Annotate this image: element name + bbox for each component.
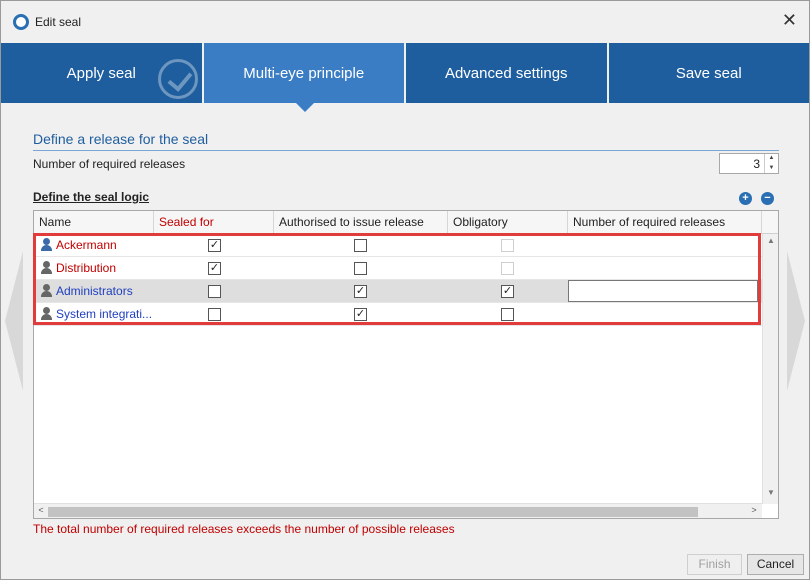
column-header-name[interactable]: Name: [34, 211, 154, 234]
next-step-arrow-icon[interactable]: [787, 251, 805, 391]
tab-advanced-settings[interactable]: Advanced settings: [406, 43, 609, 103]
vertical-scrollbar[interactable]: ▲ ▼: [762, 234, 778, 504]
window-title: Edit seal: [35, 15, 82, 29]
row-name: Ackermann: [56, 238, 117, 252]
error-message: The total number of required releases ex…: [33, 522, 455, 536]
tab-label: Advanced settings: [444, 64, 568, 82]
cancel-button[interactable]: Cancel: [747, 554, 804, 575]
column-header-obligatory[interactable]: Obligatory: [448, 211, 568, 234]
stepper-down-icon[interactable]: ▼: [765, 164, 778, 174]
column-header-sealed-for[interactable]: Sealed for: [154, 211, 274, 234]
checkmark-icon: [157, 59, 198, 99]
row-name: System integrati...: [56, 307, 153, 321]
tab-label: Multi-eye principle: [243, 64, 365, 82]
required-releases-label: Number of required releases: [33, 157, 186, 171]
finish-button[interactable]: Finish: [687, 554, 742, 575]
seal-app-icon: [13, 14, 29, 30]
group-icon: [40, 307, 52, 321]
obligatory-checkbox: [501, 239, 514, 252]
table-row[interactable]: System integrati... ✓: [34, 303, 762, 326]
required-releases-stepper[interactable]: 3 ▲ ▼: [719, 153, 779, 174]
obligatory-checkbox[interactable]: ✓: [501, 285, 514, 298]
sealed-for-checkbox[interactable]: [208, 308, 221, 321]
sealed-for-checkbox[interactable]: [208, 285, 221, 298]
wizard-tabs: Apply seal Multi-eye principle Advanced …: [1, 43, 809, 103]
scroll-down-icon[interactable]: ▼: [763, 488, 778, 502]
sealed-for-checkbox[interactable]: ✓: [208, 262, 221, 275]
stepper-up-icon[interactable]: ▲: [765, 154, 778, 164]
group-icon: [40, 261, 52, 275]
scroll-thumb[interactable]: [48, 507, 698, 517]
tab-label: Apply seal: [66, 64, 136, 82]
active-tab-pointer: [296, 103, 314, 112]
tab-multi-eye-principle[interactable]: Multi-eye principle: [203, 43, 406, 103]
sealed-for-checkbox[interactable]: ✓: [208, 239, 221, 252]
required-releases-value[interactable]: 3: [720, 157, 764, 171]
scroll-up-icon[interactable]: ▲: [763, 236, 778, 250]
tab-label: Save seal: [675, 64, 742, 82]
seal-logic-grid: Name Sealed for Authorised to issue rele…: [33, 210, 779, 519]
obligatory-checkbox: [501, 262, 514, 275]
column-header-authorised[interactable]: Authorised to issue release: [274, 211, 448, 234]
row-name-cell: System integrati...: [38, 303, 154, 325]
tab-apply-seal[interactable]: Apply seal: [1, 43, 204, 103]
seal-logic-label: Define the seal logic: [33, 190, 150, 204]
scroll-left-icon[interactable]: <: [35, 505, 47, 518]
section-divider: [33, 150, 779, 151]
group-icon: [40, 284, 52, 298]
scroll-right-icon[interactable]: >: [748, 505, 760, 518]
row-name: Administrators: [56, 284, 133, 298]
title-bar: Edit seal ✕: [1, 1, 809, 43]
grid-header: Name Sealed for Authorised to issue rele…: [34, 211, 778, 234]
authorised-checkbox[interactable]: ✓: [354, 285, 367, 298]
column-header-required-releases[interactable]: Number of required releases: [568, 211, 762, 234]
row-name-cell: Ackermann: [38, 234, 154, 256]
tab-save-seal[interactable]: Save seal: [608, 43, 809, 103]
row-name-cell: Administrators: [38, 280, 154, 302]
row-name-cell: Distribution: [38, 257, 154, 279]
table-row[interactable]: Administrators ✓ ✓: [34, 280, 762, 303]
close-icon[interactable]: ✕: [782, 10, 797, 31]
previous-step-arrow-icon[interactable]: [5, 251, 23, 391]
table-row[interactable]: Ackermann ✓: [34, 234, 762, 257]
stepper-buttons: ▲ ▼: [764, 154, 778, 173]
table-row[interactable]: Distribution ✓: [34, 257, 762, 280]
edit-seal-dialog: Edit seal ✕ Apply seal Multi-eye princip…: [0, 0, 810, 580]
horizontal-scrollbar[interactable]: < >: [34, 503, 762, 518]
required-releases-edit-field[interactable]: [568, 280, 758, 302]
authorised-checkbox[interactable]: ✓: [354, 308, 367, 321]
authorised-checkbox[interactable]: [354, 262, 367, 275]
remove-icon[interactable]: −: [761, 192, 774, 205]
add-icon[interactable]: +: [739, 192, 752, 205]
obligatory-checkbox[interactable]: [501, 308, 514, 321]
authorised-checkbox[interactable]: [354, 239, 367, 252]
row-name: Distribution: [56, 261, 117, 275]
user-icon: [40, 238, 52, 252]
section-title: Define a release for the seal: [33, 131, 209, 147]
